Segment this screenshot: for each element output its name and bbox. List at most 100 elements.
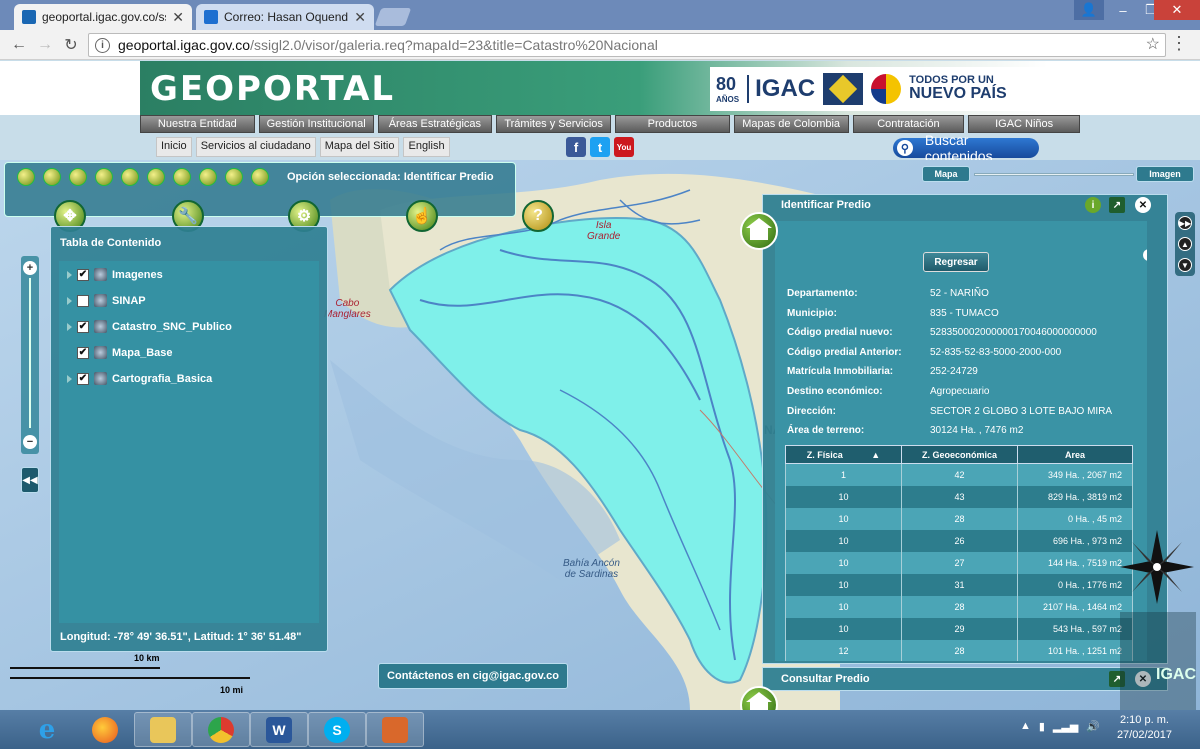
table-row[interactable]: 10 27 144 Ha. , 7519 m2 [785, 551, 1133, 574]
ruler-icon[interactable] [225, 168, 243, 186]
column-header-area[interactable]: Area [1017, 445, 1133, 464]
word-icon[interactable]: W [250, 712, 308, 747]
zoom-track[interactable] [29, 278, 31, 428]
expand-arrow-icon[interactable] [67, 296, 72, 305]
reload-icon[interactable]: ↻ [60, 34, 82, 56]
archive-icon[interactable] [366, 712, 424, 747]
facebook-icon[interactable]: f [566, 137, 586, 157]
layer-checkbox[interactable] [77, 294, 89, 307]
nav-areas-estrategicas[interactable]: Áreas Estratégicas [377, 115, 493, 133]
table-row[interactable]: 10 43 829 Ha. , 3819 m2 [785, 485, 1133, 508]
measure-icon[interactable] [199, 168, 217, 186]
new-tab-button[interactable] [374, 8, 412, 26]
info-icon[interactable]: i [1085, 197, 1101, 213]
column-header-z-geoeconomica[interactable]: Z. Geoeconómica [901, 445, 1018, 464]
volume-icon[interactable]: 🔊 [1086, 720, 1100, 733]
expand-arrow-icon[interactable] [67, 322, 72, 331]
layer-catastro-snc[interactable]: ✔ Catastro_SNC_Publico [67, 320, 232, 333]
table-row[interactable]: 10 29 543 Ha. , 597 m2 [785, 617, 1133, 640]
show-hidden-icons-icon[interactable]: ▲ [1020, 720, 1031, 733]
previous-extent-icon[interactable] [69, 168, 87, 186]
image-mode-button[interactable]: Imagen [1136, 166, 1194, 182]
sort-ascending-icon[interactable]: ▲ [871, 450, 880, 460]
url-input[interactable]: i geoportal.igac.gov.co/ssigl2.0/visor/g… [88, 33, 1166, 57]
info-icon[interactable]: i [95, 37, 110, 53]
expand-arrow-icon[interactable] [67, 374, 72, 383]
help-tool-icon[interactable] [251, 168, 269, 186]
minimize-icon[interactable]: – [1108, 0, 1138, 20]
layer-imagenes[interactable]: ✔ Imagenes [67, 268, 163, 281]
opacity-slider-track[interactable] [974, 173, 1134, 176]
zoom-in-tool-icon[interactable] [17, 168, 35, 186]
nav-contratacion[interactable]: Contratación [852, 115, 965, 133]
firefox-icon[interactable] [76, 712, 134, 747]
table-row[interactable]: 12 28 101 Ha. , 1251 m2 [785, 639, 1133, 661]
geoportal-logo[interactable]: GEOPORTAL [150, 69, 395, 109]
internet-explorer-icon[interactable]: e [18, 712, 76, 747]
zoom-out-button[interactable]: − [23, 435, 37, 449]
profile-icon[interactable]: 👤 [1074, 0, 1104, 20]
chrome-icon[interactable] [192, 712, 250, 747]
network-icon[interactable]: ▂▃▅ [1053, 720, 1078, 733]
table-row[interactable]: 1 42 349 Ha. , 2067 m2 [785, 463, 1133, 486]
expand-arrow-icon[interactable] [67, 270, 72, 279]
tab-correo[interactable]: Correo: Hasan Oquendo ✕ [196, 4, 374, 30]
identify-predio-icon[interactable]: ☝ [406, 200, 438, 232]
consultar-predio-panel[interactable]: Consultar Predio ↗ ✕ [762, 667, 1168, 691]
close-icon[interactable]: ✕ [1135, 197, 1151, 213]
zoom-out-tool-icon[interactable] [43, 168, 61, 186]
expand-right-icon[interactable]: ▶▶ [1178, 216, 1192, 230]
forward-icon[interactable]: → [34, 34, 56, 56]
system-clock[interactable]: 2:10 p. m. 27/02/2017 [1117, 713, 1172, 743]
nav-gestion-institucional[interactable]: Gestión Institucional [258, 115, 374, 133]
subnav-english[interactable]: English [403, 137, 450, 157]
nav-nuestra-entidad[interactable]: Nuestra Entidad [140, 115, 255, 133]
star-icon[interactable]: ☆ [1146, 34, 1160, 54]
nav-igac-ninos[interactable]: IGAC Niños [968, 115, 1080, 133]
info-tool-icon[interactable] [173, 168, 191, 186]
layer-checkbox[interactable]: ✔ [77, 268, 89, 281]
file-explorer-icon[interactable] [134, 712, 192, 747]
youtube-icon[interactable]: You [614, 137, 634, 157]
regresar-button[interactable]: Regresar [923, 252, 989, 272]
full-extent-icon[interactable] [121, 168, 139, 186]
scroll-up-arrow-icon[interactable]: ▲ [1143, 249, 1147, 261]
table-row[interactable]: 10 28 2107 Ha. , 1464 m2 [785, 595, 1133, 618]
menu-icon[interactable]: ⋮ [1170, 33, 1188, 54]
column-header-z-fisica[interactable]: Z. Física ▲ [785, 445, 902, 464]
subnav-mapa-sitio[interactable]: Mapa del Sitio [319, 137, 400, 157]
skype-icon[interactable]: S [308, 712, 366, 747]
battery-icon[interactable]: ▮ [1039, 720, 1045, 733]
close-tab-icon[interactable]: ✕ [354, 9, 366, 26]
nav-mapas-colombia[interactable]: Mapas de Colombia [733, 115, 849, 133]
table-row[interactable]: 10 31 0 Ha. , 1776 m2 [785, 573, 1133, 596]
maximize-icon[interactable]: ↗ [1109, 197, 1125, 213]
scroll-up-icon[interactable]: ▲ [1178, 237, 1192, 251]
layer-mapa-base[interactable]: ✔ Mapa_Base [67, 346, 173, 359]
layer-checkbox[interactable]: ✔ [77, 372, 89, 385]
subnav-servicios[interactable]: Servicios al ciudadano [195, 137, 316, 157]
twitter-icon[interactable]: t [590, 137, 610, 157]
map-mode-button[interactable]: Mapa [922, 166, 970, 182]
home-icon[interactable] [740, 212, 778, 250]
layer-checkbox[interactable]: ✔ [77, 346, 89, 359]
table-row[interactable]: 10 26 696 Ha. , 973 m2 [785, 529, 1133, 552]
pan-hand-icon[interactable] [147, 168, 165, 186]
close-tab-icon[interactable]: ✕ [172, 9, 184, 26]
back-icon[interactable]: ← [8, 34, 30, 56]
collapse-panel-button[interactable]: ◀◀ [21, 467, 39, 493]
zoom-slider[interactable]: + − [21, 256, 39, 454]
layer-sinap[interactable]: SINAP [67, 294, 146, 307]
layer-cartografia-basica[interactable]: ✔ Cartografia_Basica [67, 372, 212, 385]
scroll-down-icon[interactable]: ▼ [1178, 258, 1192, 272]
layer-checkbox[interactable]: ✔ [77, 320, 89, 333]
zoom-in-button[interactable]: + [23, 261, 37, 275]
window-close-icon[interactable]: ✕ [1154, 0, 1200, 20]
contact-link[interactable]: Contáctenos en cig@igac.gov.co [378, 663, 568, 689]
tab-geoportal[interactable]: geoportal.igac.gov.co/ssi ✕ [14, 4, 192, 30]
nav-tramites-servicios[interactable]: Trámites y Servicios [496, 115, 611, 133]
nav-productos[interactable]: Productos [615, 115, 730, 133]
subnav-inicio[interactable]: Inicio [156, 137, 192, 157]
help-icon[interactable]: ? [522, 200, 554, 232]
search-content-button[interactable]: ⚲ Buscar contenidos [893, 132, 1039, 164]
